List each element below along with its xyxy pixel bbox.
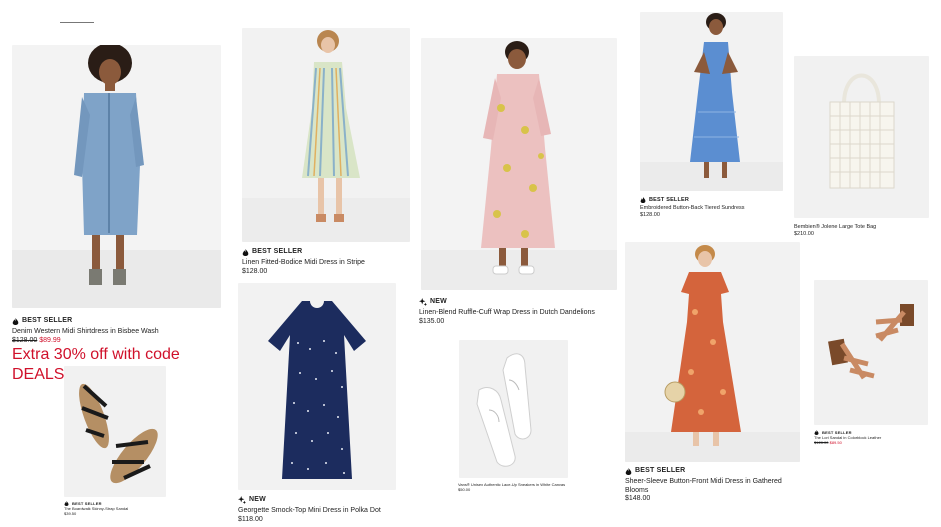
badge-label: NEW	[430, 298, 447, 305]
product-image-sheer[interactable]	[625, 242, 800, 462]
denim-dress-illustration	[12, 45, 221, 308]
black-sandal-illustration	[79, 383, 158, 484]
product-caption-lori: BEST SELLER The Lori Sandal in Colorbloc…	[814, 430, 932, 445]
sparkle-icon	[419, 298, 427, 307]
product-image-tote[interactable]	[794, 56, 929, 218]
product-caption-linen-fitted: BEST SELLER Linen Fitted-Bodice Midi Dre…	[242, 248, 417, 276]
product-name-link[interactable]: Vans® Unisex Authentic Lace-Up Sneakers …	[458, 482, 570, 487]
product-image-vans[interactable]	[459, 340, 568, 478]
polka-dot-dress-illustration	[268, 294, 366, 479]
product-image-sandal-black[interactable]	[64, 366, 166, 497]
product-price: $148.00	[625, 495, 651, 503]
product-caption-sandal-black: BEST SELLER The Boardwalk Skinny-Strap S…	[64, 501, 174, 516]
product-caption-linen-wrap: NEW Linen-Blend Ruffle-Cuff Wrap Dress i…	[419, 298, 624, 326]
sparkle-icon	[238, 496, 246, 505]
product-price: $128.00	[640, 211, 660, 218]
product-name-link[interactable]: Bembien® Jolene Large Tote Bag	[794, 224, 934, 231]
blue-sundress-illustration	[640, 13, 783, 191]
badge-label: BEST SELLER	[22, 317, 73, 324]
product-price: $128.00	[242, 267, 268, 275]
badge-label: BEST SELLER	[635, 467, 686, 474]
price-original: $128.00	[12, 336, 38, 344]
flame-icon	[12, 317, 19, 325]
tan-sandal-illustration	[828, 304, 914, 380]
product-image-denim[interactable]	[12, 45, 221, 308]
floral-wrap-dress-illustration	[421, 41, 617, 290]
flame-icon	[242, 248, 249, 256]
product-price: $118.00	[238, 515, 263, 523]
product-name-link[interactable]: Georgette Smock-Top Mini Dress in Polka …	[238, 507, 413, 516]
product-caption-sheer: BEST SELLER Sheer-Sleeve Button-Front Mi…	[625, 467, 805, 504]
floral-midi-dress-illustration	[625, 245, 800, 462]
product-caption-vans: Vans® Unisex Authentic Lace-Up Sneakers …	[458, 482, 570, 492]
product-name-link[interactable]: Denim Western Midi Shirtdress in Bisbee …	[12, 328, 227, 337]
price-original: $128.00	[814, 440, 829, 445]
badge-label: NEW	[249, 496, 266, 503]
product-name-link[interactable]: Linen Fitted-Bodice Midi Dress in Stripe	[242, 259, 417, 268]
stripe-dress-illustration	[242, 30, 410, 242]
product-image-georgette[interactable]	[238, 283, 396, 490]
badge-label: BEST SELLER	[649, 197, 690, 203]
white-sneaker-illustration	[476, 353, 532, 467]
product-name-link[interactable]: Embroidered Button-Back Tiered Sundress	[640, 205, 790, 212]
header-rule	[60, 22, 94, 23]
product-caption-embroidered: BEST SELLER Embroidered Button-Back Tier…	[640, 197, 790, 219]
badge-label: BEST SELLER	[252, 248, 303, 255]
product-price: $135.00	[419, 317, 445, 325]
price-sale: $89.99	[39, 336, 61, 344]
product-image-linen-wrap[interactable]	[421, 38, 617, 290]
product-price: $128.00 $89.50	[814, 440, 932, 445]
product-image-embroidered[interactable]	[640, 12, 783, 191]
product-price: $128.00 $89.99	[12, 337, 227, 346]
product-image-lori[interactable]	[814, 280, 928, 425]
product-price: $50.00	[458, 487, 471, 492]
product-caption-georgette: NEW Georgette Smock-Top Mini Dress in Po…	[238, 496, 413, 524]
flame-icon	[640, 197, 646, 204]
product-price: $210.00	[794, 230, 814, 237]
flame-icon	[625, 467, 632, 475]
price-sale: $89.50	[829, 440, 842, 445]
product-price: $39.50	[64, 511, 77, 516]
product-name-link[interactable]: Linen-Blend Ruffle-Cuff Wrap Dress in Du…	[419, 309, 624, 318]
product-name-link[interactable]: Sheer-Sleeve Button-Front Midi Dress in …	[625, 478, 805, 496]
product-image-linen-fitted[interactable]	[242, 28, 410, 242]
tote-bag-illustration	[829, 73, 895, 189]
product-caption-tote: Bembien® Jolene Large Tote Bag $210.00	[794, 224, 934, 238]
